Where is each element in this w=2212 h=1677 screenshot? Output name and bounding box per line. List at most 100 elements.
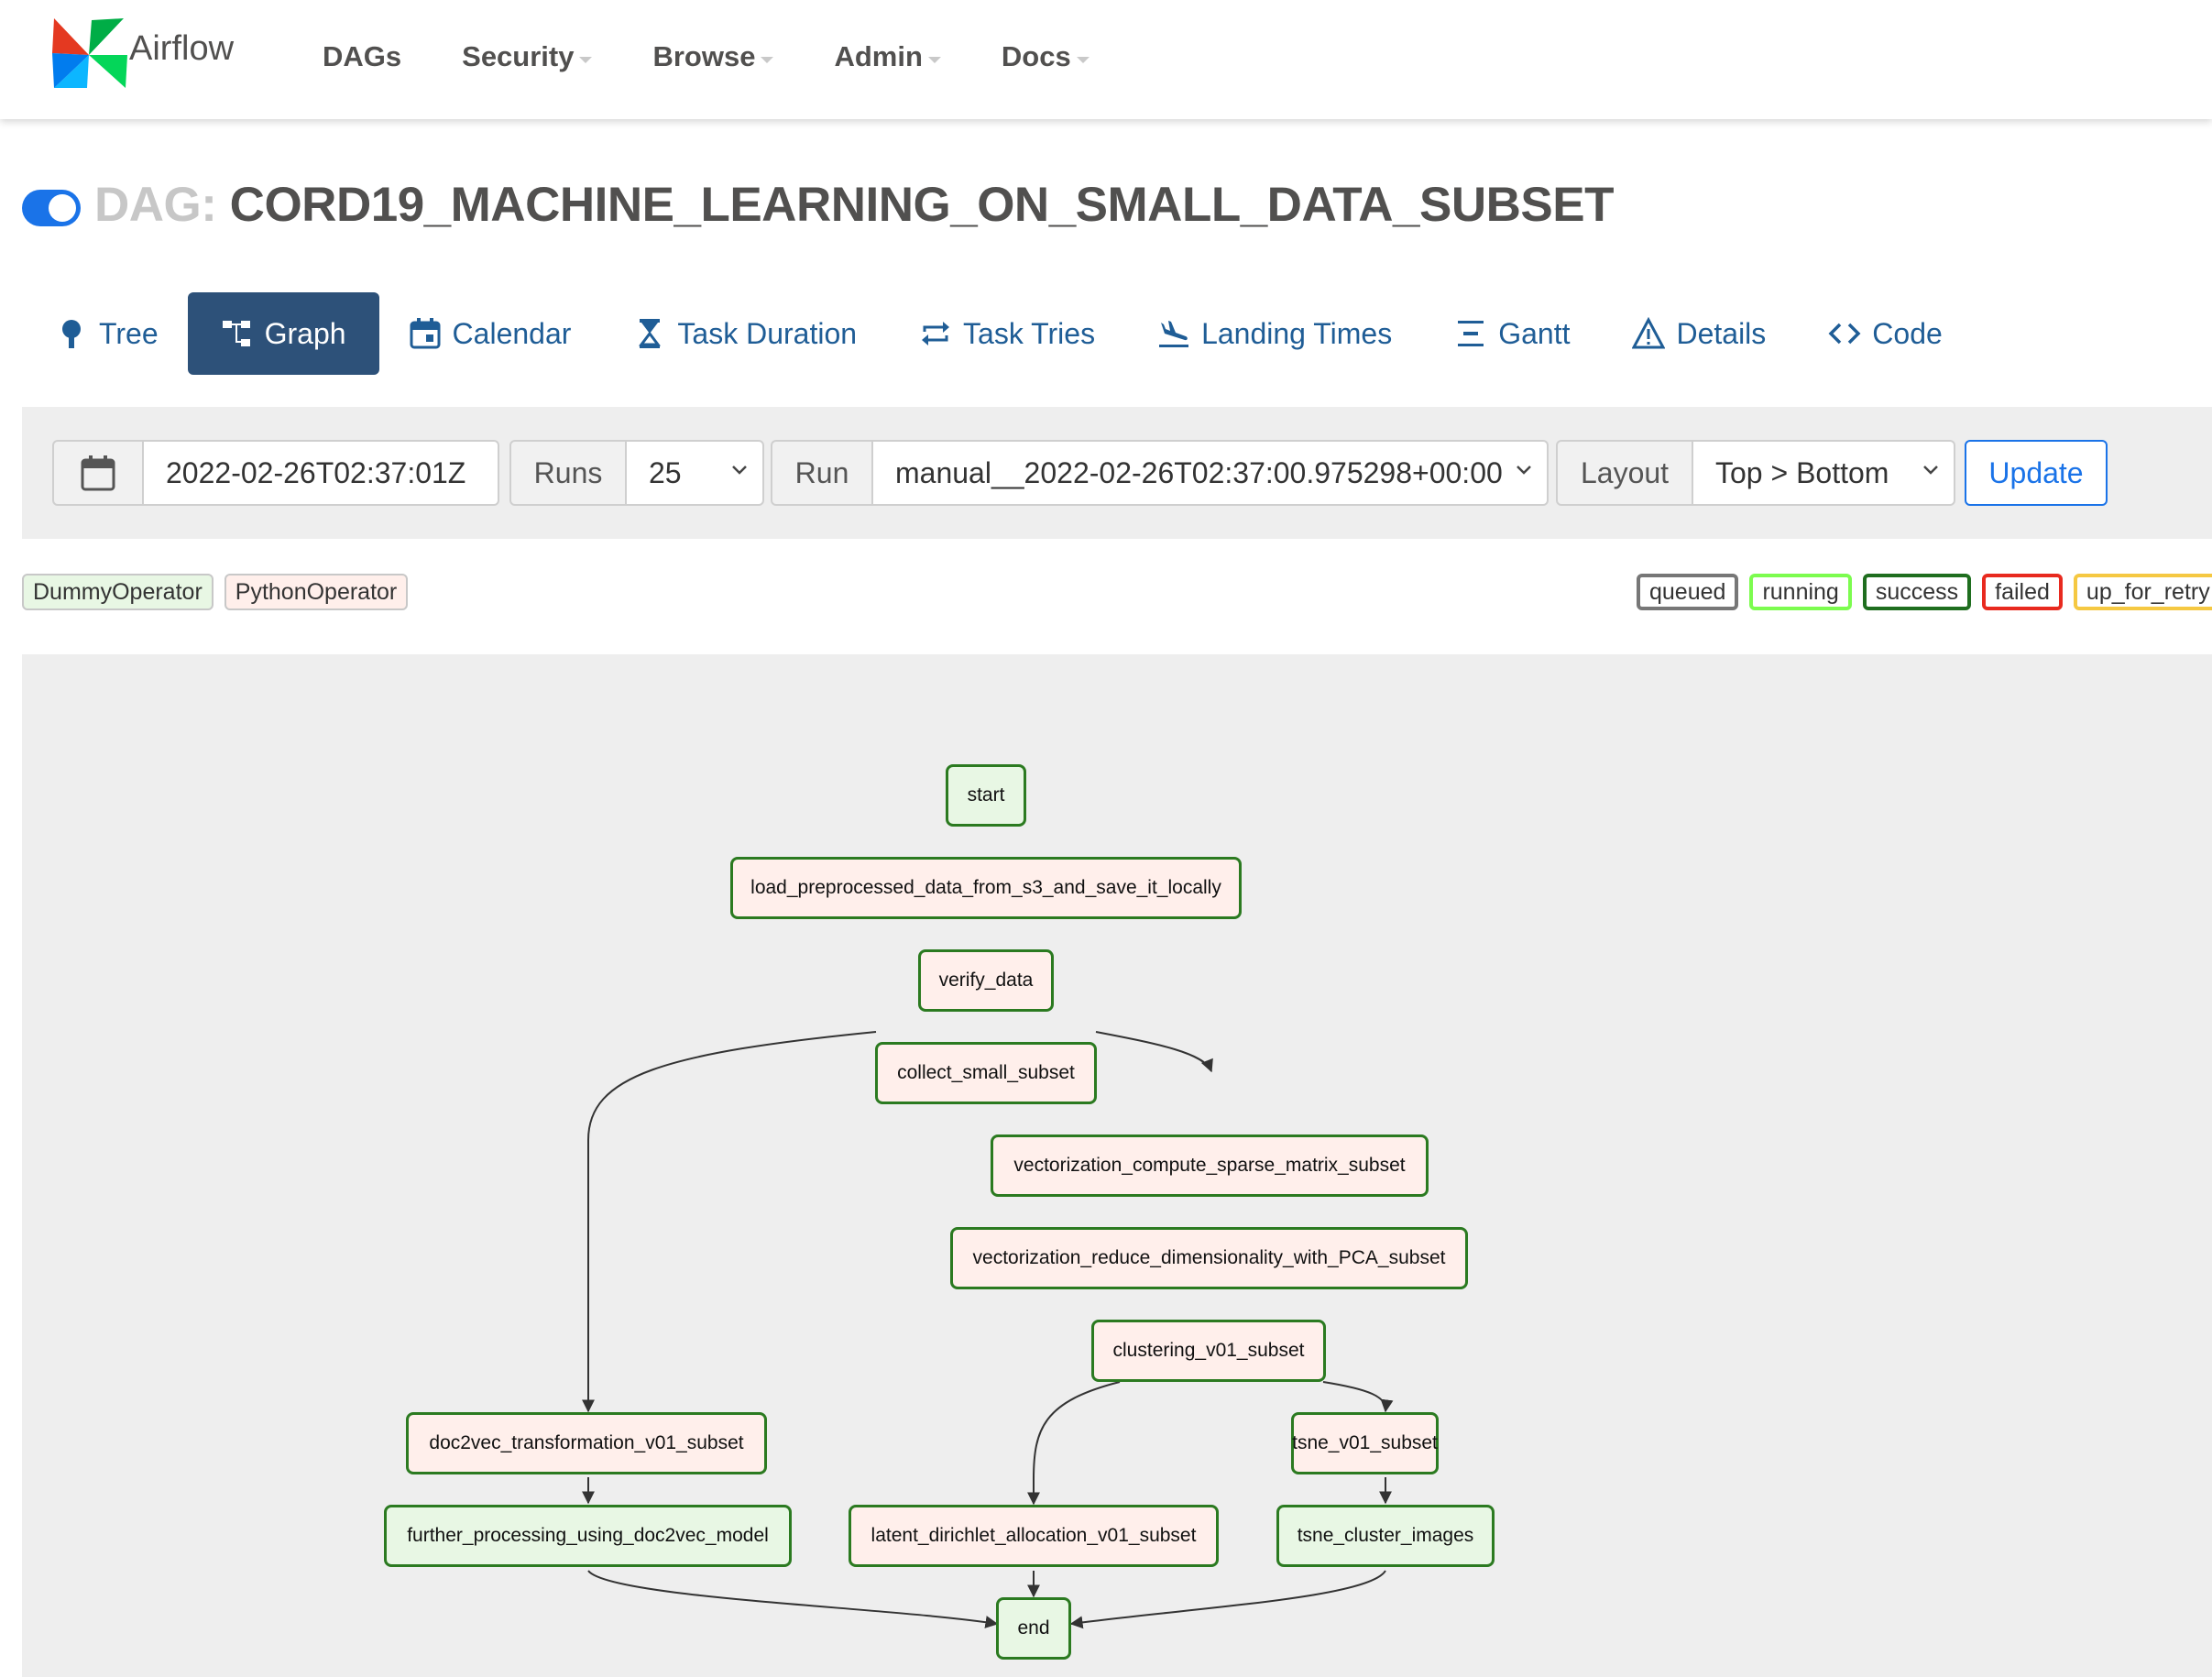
tab-graph[interactable]: Graph <box>187 292 379 375</box>
edge-collect-vec-sparse <box>1095 1031 1213 1073</box>
task-node-vectorization-sparse[interactable]: vectorization_compute_sparse_matrix_subs… <box>991 1134 1429 1197</box>
run-label: Run <box>771 440 873 506</box>
nav-admin-label: Admin <box>834 40 923 72</box>
task-node-further-processing[interactable]: further_processing_using_doc2vec_model <box>384 1505 792 1567</box>
base-date-input[interactable]: 2022-02-26T02:37:01Z <box>144 440 499 506</box>
task-node-end[interactable]: end <box>996 1597 1071 1660</box>
dag-graph-canvas[interactable]: start load_preprocessed_data_from_s3_and… <box>22 654 2212 1677</box>
layout-value: Top > Bottom <box>1715 455 1889 489</box>
nav-admin[interactable]: Admin <box>834 40 941 73</box>
nav-browse-label: Browse <box>652 40 756 72</box>
layout-select[interactable]: Top > Bottom <box>1693 440 1955 506</box>
tab-landing-times-label: Landing Times <box>1201 316 1393 350</box>
task-node-tsne-cluster-images[interactable]: tsne_cluster_images <box>1276 1505 1495 1567</box>
runs-group: Runs 25 <box>509 440 764 506</box>
chevron-down-icon <box>1517 466 1531 475</box>
tab-task-duration[interactable]: Task Duration <box>600 292 890 375</box>
task-node-clustering[interactable]: clustering_v01_subset <box>1091 1320 1326 1382</box>
tab-details-label: Details <box>1676 316 1767 350</box>
runs-value: 25 <box>649 455 682 489</box>
task-node-latent-dirichlet-allocation[interactable]: latent_dirichlet_allocation_v01_subset <box>849 1505 1219 1567</box>
gantt-icon <box>1458 321 1484 346</box>
nav-dags-label: DAGs <box>323 40 402 72</box>
tab-task-tries[interactable]: Task Tries <box>886 292 1128 375</box>
nav-security-label: Security <box>462 40 575 72</box>
tab-graph-label: Graph <box>264 316 346 350</box>
graph-controls: 2022-02-26T02:37:01Z Runs 25 Run manual_… <box>22 407 2212 539</box>
runs-select[interactable]: 25 <box>627 440 764 506</box>
dag-title-prefix: DAG: <box>94 178 217 232</box>
tab-details[interactable]: Details <box>1599 292 1799 375</box>
update-button[interactable]: Update <box>1965 440 2108 506</box>
plane-landing-icon <box>1159 321 1189 347</box>
dag-pause-toggle[interactable] <box>22 190 81 226</box>
task-node-collect-small-subset[interactable]: collect_small_subset <box>875 1042 1097 1104</box>
run-select[interactable]: manual__2022-02-26T02:37:00.975298+00:00 <box>873 440 1549 506</box>
task-node-vectorization-pca[interactable]: vectorization_reduce_dimensionality_with… <box>950 1227 1468 1289</box>
toggle-knob <box>49 194 76 222</box>
legend-dummy-operator: DummyOperator <box>22 574 214 610</box>
chevron-down-icon <box>732 466 747 475</box>
legend-python-operator: PythonOperator <box>224 574 409 610</box>
layout-group: Layout Top > Bottom <box>1556 440 1955 506</box>
edge-clustering-lda <box>1027 1381 1121 1506</box>
calendar-addon[interactable] <box>52 440 144 506</box>
tab-task-duration-label: Task Duration <box>677 316 858 350</box>
tab-tree[interactable]: Tree <box>22 292 192 375</box>
edge-further-end <box>587 1570 999 1628</box>
operator-legend: DummyOperator PythonOperator <box>22 574 419 614</box>
caret-down-icon <box>579 56 593 63</box>
tab-code[interactable]: Code <box>1795 292 1976 375</box>
nav-docs[interactable]: Docs <box>1002 40 1090 73</box>
task-node-start[interactable]: start <box>946 764 1026 827</box>
base-date-group: 2022-02-26T02:37:01Z <box>52 440 499 506</box>
calendar-icon <box>410 318 441 349</box>
nav-docs-label: Docs <box>1001 40 1071 72</box>
nav-security[interactable]: Security <box>462 40 593 73</box>
task-node-verify-data[interactable]: verify_data <box>918 949 1054 1012</box>
view-tabs: Tree Graph Calendar Task Duration Task T… <box>22 292 1972 375</box>
nav-dags[interactable]: DAGs <box>323 40 401 73</box>
tab-calendar-label: Calendar <box>452 316 572 350</box>
top-navbar: Airflow DAGs Security Browse Admin Docs <box>0 0 2212 119</box>
edge-clustering-tsne <box>1322 1381 1394 1413</box>
task-node-tsne[interactable]: tsne_v01_subset <box>1291 1412 1439 1474</box>
dag-title-name: CORD19_MACHINE_LEARNING_ON_SMALL_DATA_SU… <box>229 178 1615 232</box>
code-icon <box>1828 323 1861 345</box>
tab-task-tries-label: Task Tries <box>963 316 1096 350</box>
tab-calendar[interactable]: Calendar <box>376 292 605 375</box>
runs-label: Runs <box>509 440 627 506</box>
nav-browse[interactable]: Browse <box>652 40 774 73</box>
state-legend: queued running success failed up_for_ret… <box>1637 574 2212 614</box>
tab-landing-times[interactable]: Landing Times <box>1124 292 1425 375</box>
run-value: manual__2022-02-26T02:37:00.975298+00:00 <box>895 455 1503 489</box>
calendar-icon <box>81 455 115 491</box>
tab-code-label: Code <box>1872 316 1943 350</box>
tree-icon <box>62 320 81 348</box>
layout-label: Layout <box>1556 440 1693 506</box>
edge-collect-doc2vec <box>582 1031 877 1413</box>
caret-down-icon <box>927 56 941 63</box>
legend-state-failed: failed <box>1982 574 2063 610</box>
caret-down-icon <box>1076 56 1090 63</box>
graph-icon <box>222 321 250 346</box>
airflow-logo-icon[interactable] <box>50 16 128 90</box>
repeat-icon <box>922 322 950 345</box>
run-group: Run manual__2022-02-26T02:37:00.975298+0… <box>771 440 1549 506</box>
caret-down-icon <box>761 56 774 63</box>
tab-gantt-label: Gantt <box>1498 316 1571 350</box>
nav-menu: DAGs Security Browse Admin Docs <box>323 0 1150 114</box>
tab-gantt[interactable]: Gantt <box>1421 292 1603 375</box>
legend-state-running: running <box>1749 574 1852 610</box>
warning-triangle-icon <box>1632 317 1666 349</box>
brand-name[interactable]: Airflow <box>129 29 234 69</box>
edge-tsne-images-end <box>1069 1570 1386 1629</box>
task-node-load-preprocessed-data[interactable]: load_preprocessed_data_from_s3_and_save_… <box>730 857 1242 919</box>
task-node-doc2vec-transformation[interactable]: doc2vec_transformation_v01_subset <box>406 1412 767 1474</box>
chevron-down-icon <box>1923 466 1938 475</box>
legend-state-success: success <box>1862 574 1972 610</box>
hourglass-icon <box>639 319 662 348</box>
legend-state-up-for-retry: up_for_retry <box>2073 574 2212 610</box>
page-title: DAG: CORD19_MACHINE_LEARNING_ON_SMALL_DA… <box>94 177 1614 233</box>
legend-state-queued: queued <box>1637 574 1739 610</box>
